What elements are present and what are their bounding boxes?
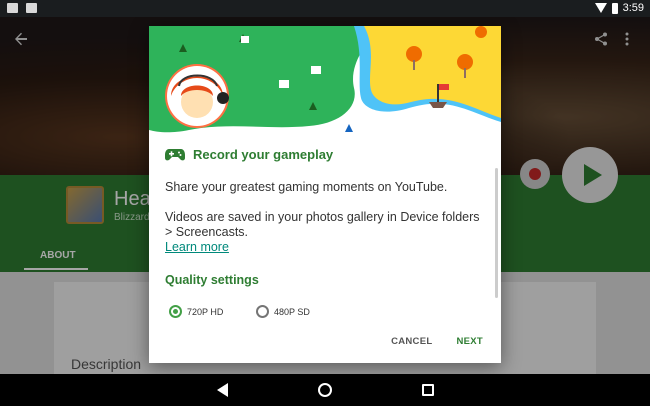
gamepad-icon <box>165 148 185 160</box>
status-bar: 3:59 <box>0 0 650 17</box>
record-gameplay-dialog: Record your gameplay Share your greatest… <box>149 26 501 363</box>
dialog-body-share: Share your greatest gaming moments on Yo… <box>165 180 448 194</box>
learn-more-link[interactable]: Learn more <box>165 240 229 254</box>
radio-720p[interactable] <box>169 305 182 318</box>
status-time: 3:59 <box>622 2 644 14</box>
battery-icon <box>611 2 618 14</box>
navigation-bar <box>0 374 650 406</box>
dialog-body-saved: Videos are saved in your photos gallery … <box>165 210 480 239</box>
dialog-actions: CANCEL NEXT <box>391 336 483 347</box>
dialog-scrollbar[interactable] <box>495 168 498 298</box>
nav-back-icon[interactable] <box>216 383 228 397</box>
wifi-icon <box>594 3 607 13</box>
gameplay-illustration <box>149 26 501 138</box>
quality-option-480p[interactable]: 480P SD <box>256 305 310 318</box>
quality-label-480p: 480P SD <box>274 306 310 317</box>
quality-settings-heading: Quality settings <box>165 273 259 287</box>
dialog-title: Record your gameplay <box>193 147 334 162</box>
cancel-button[interactable]: CANCEL <box>391 336 432 347</box>
quality-label-720p: 720P HD <box>187 306 224 317</box>
radio-480p[interactable] <box>256 305 269 318</box>
dialog-title-row: Record your gameplay <box>165 147 333 162</box>
screen: 3:59 Hea Blizzard ABOUT Description Reco… <box>0 0 650 406</box>
quality-option-720p[interactable]: 720P HD <box>169 305 223 318</box>
store-notification-icon <box>26 3 37 13</box>
nav-recents-icon[interactable] <box>421 384 434 396</box>
nav-home-icon[interactable] <box>317 383 332 397</box>
gallery-notification-icon <box>7 3 18 13</box>
next-button[interactable]: NEXT <box>456 336 483 347</box>
